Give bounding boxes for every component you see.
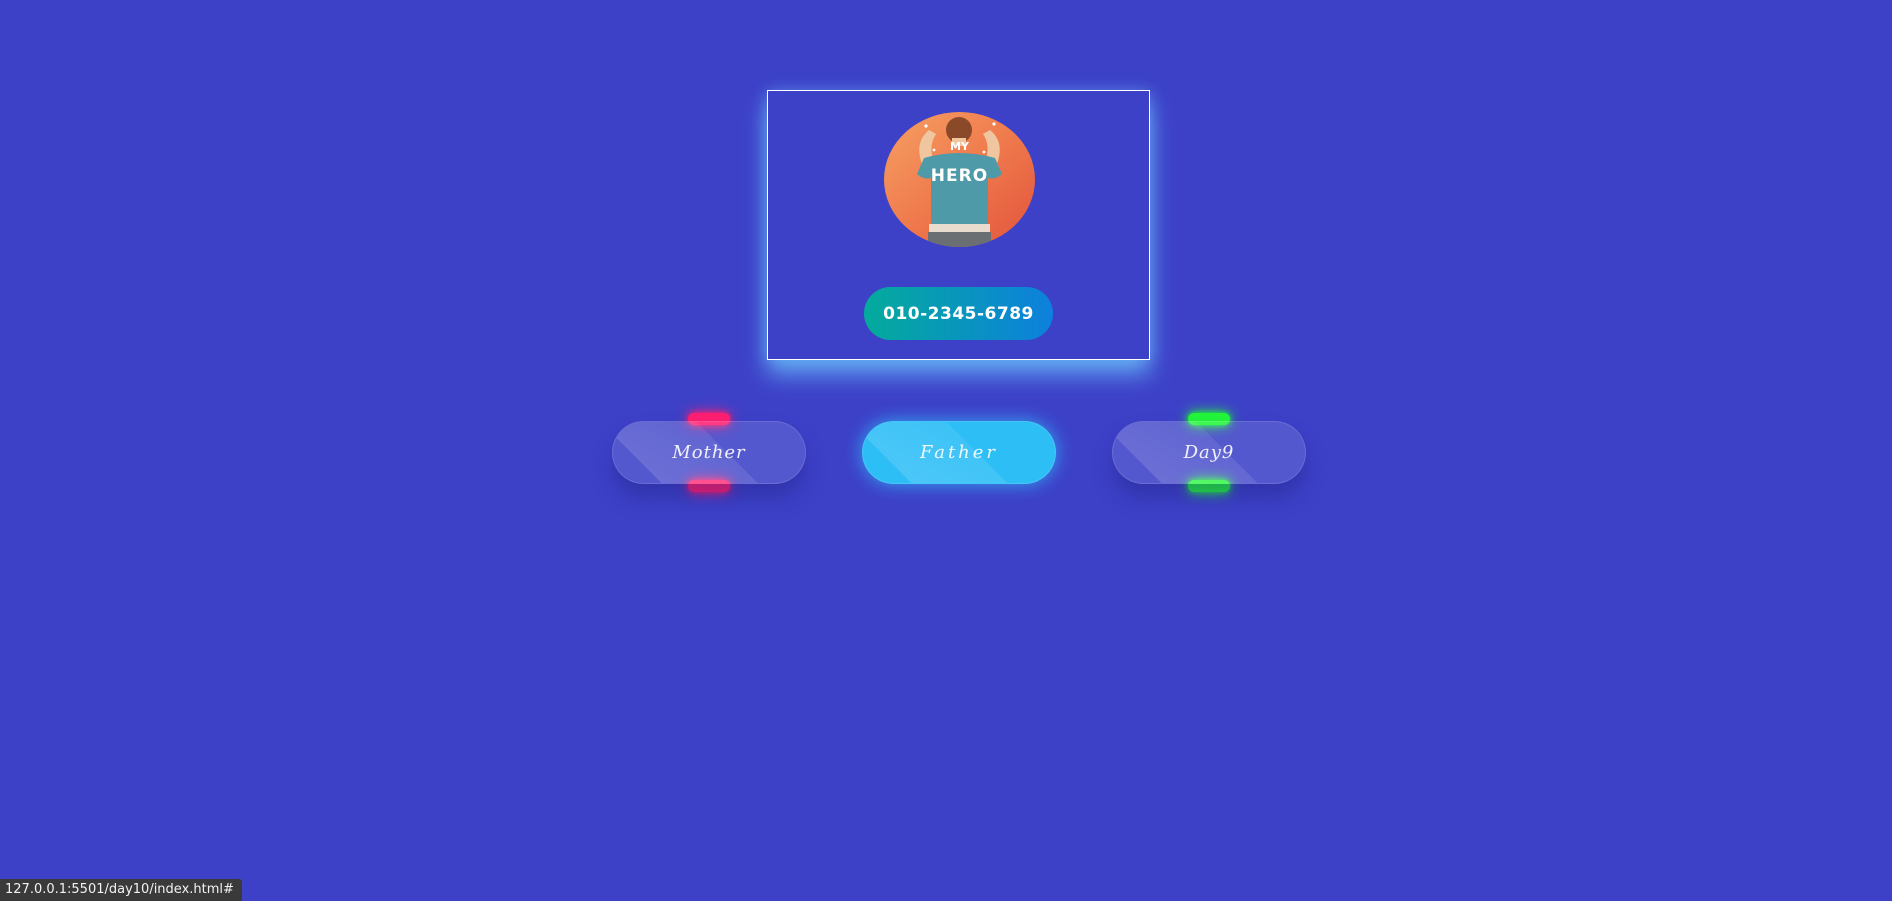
mother-button-pill: Mother xyxy=(612,421,806,484)
mother-button-label: Mother xyxy=(672,442,746,463)
mother-button[interactable]: Mother xyxy=(612,413,806,492)
day9-button-label: Day9 xyxy=(1183,442,1235,463)
browser-status-url: 127.0.0.1:5501/day10/index.html# xyxy=(0,879,242,901)
father-button[interactable]: Father xyxy=(862,421,1056,484)
profile-card: MY HERO 010-2345-6789 xyxy=(767,90,1150,360)
hero-avatar-image: MY HERO xyxy=(884,112,1035,247)
father-button-pill: Father xyxy=(862,421,1056,484)
avatar-text-hero: HERO xyxy=(930,166,989,186)
day9-button-pill: Day9 xyxy=(1112,421,1306,484)
phone-number-button[interactable]: 010-2345-6789 xyxy=(864,287,1053,340)
page: MY HERO 010-2345-6789 Mother Father Day9… xyxy=(0,0,1892,901)
day9-button[interactable]: Day9 xyxy=(1112,413,1306,492)
avatar-text-my: MY xyxy=(950,140,969,153)
father-button-label: Father xyxy=(919,442,999,463)
